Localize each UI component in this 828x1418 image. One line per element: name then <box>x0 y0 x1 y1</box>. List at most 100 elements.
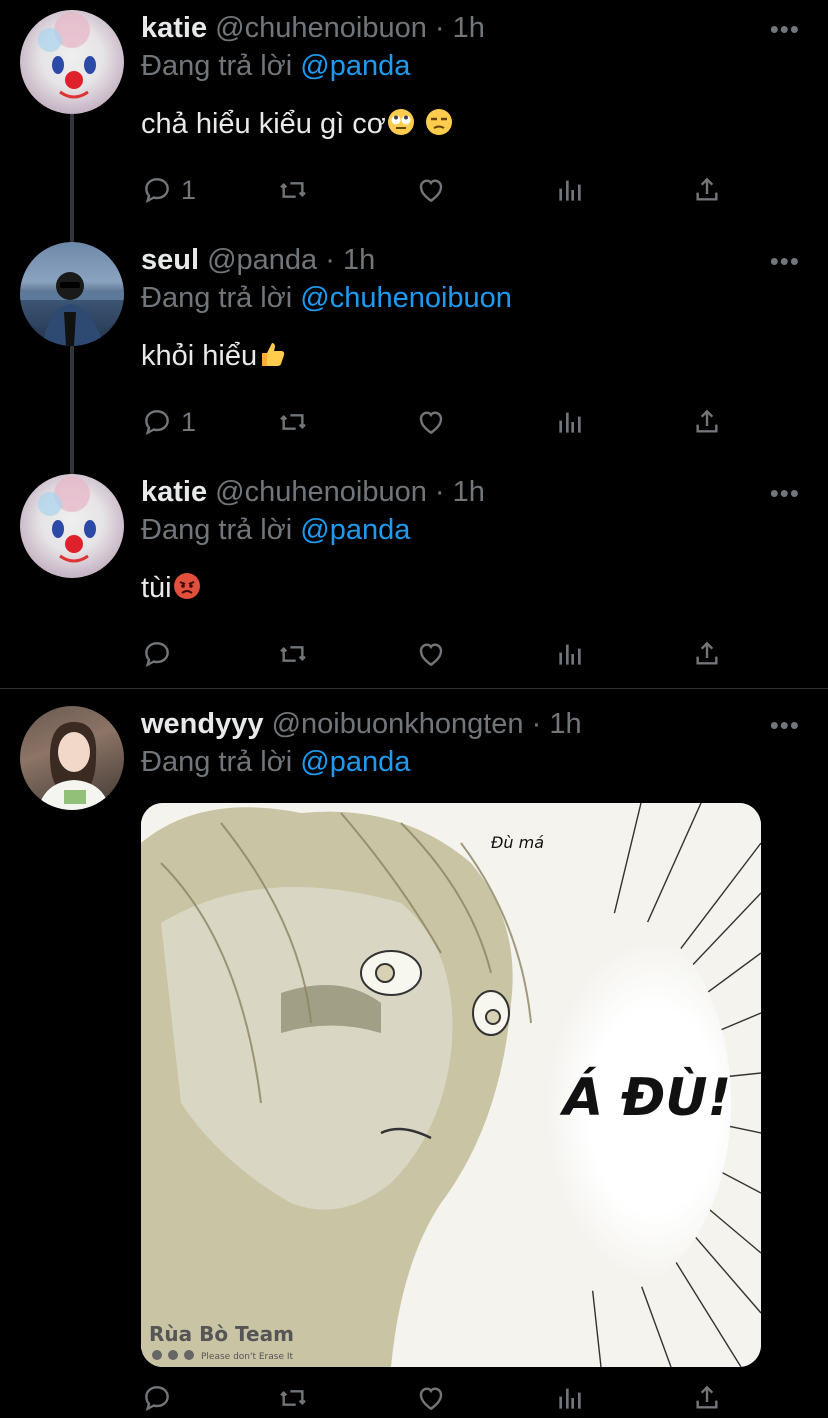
analytics-button[interactable] <box>554 634 586 674</box>
speech-big-text: Á ĐÙ! <box>559 1067 731 1128</box>
replying-to: Đang trả lời @panda <box>141 744 410 780</box>
analytics-button[interactable] <box>554 402 586 442</box>
reply-prefix: Đang trả lời <box>141 50 293 82</box>
retweet-button[interactable] <box>277 170 309 210</box>
analytics-button[interactable] <box>554 1378 586 1418</box>
user-handle[interactable]: @chuhenoibuon <box>215 12 427 44</box>
display-name[interactable]: seul <box>141 244 199 276</box>
retweet-button[interactable] <box>277 402 309 442</box>
tweet-3[interactable]: katie @chuhenoibuon · 1h ••• Đang trả lờ… <box>0 464 828 688</box>
retweet-button[interactable] <box>277 634 309 674</box>
share-icon <box>696 641 718 665</box>
analytics-icon <box>559 412 581 433</box>
timestamp[interactable]: · 1h <box>532 708 582 740</box>
reply-button[interactable]: 1 <box>141 170 196 210</box>
timestamp[interactable]: · 1h <box>435 476 485 508</box>
tweet-actions <box>141 1378 741 1418</box>
user-handle[interactable]: @chuhenoibuon <box>215 476 427 508</box>
avatar-wendyyy[interactable] <box>20 706 124 810</box>
tweet-header: katie @chuhenoibuon · 1h <box>141 10 485 46</box>
like-button[interactable] <box>415 1378 447 1418</box>
reply-button[interactable] <box>141 1378 173 1418</box>
watermark-text: Rùa Bò Team <box>149 1322 294 1346</box>
share-button[interactable] <box>691 634 723 674</box>
tweet-text-content: chả hiểu kiểu gì cơ <box>141 108 386 140</box>
replying-to: Đang trả lời @panda <box>141 48 410 84</box>
like-button[interactable] <box>415 170 447 210</box>
display-name[interactable]: katie <box>141 12 207 44</box>
watermark-sub-text: Please don't Erase It <box>201 1352 293 1362</box>
reply-icon <box>145 178 169 203</box>
heart-icon <box>419 643 443 667</box>
display-name[interactable]: katie <box>141 476 207 508</box>
thread-connector <box>70 114 74 242</box>
mention-link[interactable]: @chuhenoibuon <box>300 282 512 314</box>
retweet-icon <box>280 182 306 198</box>
analytics-button[interactable] <box>554 170 586 210</box>
share-button[interactable] <box>691 170 723 210</box>
mention-link[interactable]: @panda <box>300 746 410 778</box>
like-button[interactable] <box>415 634 447 674</box>
tweet-media-image[interactable]: Đù má Á ĐÙ! Rùa Bò Team Please don't Era… <box>141 803 761 1367</box>
share-icon <box>696 409 718 433</box>
tweet-actions: 1 <box>141 402 741 442</box>
reply-prefix: Đang trả lời <box>141 514 293 546</box>
thread-connector <box>70 346 74 474</box>
reply-count: 1 <box>181 406 197 437</box>
reply-button[interactable] <box>141 634 173 674</box>
replying-to: Đang trả lời @chuhenoibuon <box>141 280 512 316</box>
timestamp[interactable]: · 1h <box>435 12 485 44</box>
tweet-text: khỏi hiểu <box>141 336 287 380</box>
replying-to: Đang trả lời @panda <box>141 512 410 548</box>
tweet-header: wendyyy @noibuonkhongten · 1h <box>141 706 582 742</box>
reply-count: 1 <box>181 174 197 205</box>
thumbs-up-icon <box>257 339 287 380</box>
avatar-seul[interactable] <box>20 242 124 346</box>
avatar-katie[interactable] <box>20 10 124 114</box>
tweet-2[interactable]: seul @panda · 1h ••• Đang trả lời @chuhe… <box>0 232 828 474</box>
mention-link[interactable]: @panda <box>300 50 410 82</box>
avatar-katie[interactable] <box>20 474 124 578</box>
heart-icon <box>419 411 443 435</box>
tweet-text: chả hiểu kiểu gì cơ <box>141 104 454 148</box>
retweet-button[interactable] <box>277 1378 309 1418</box>
reply-icon <box>145 642 169 667</box>
more-options-icon[interactable]: ••• <box>770 14 800 45</box>
unamused-face-icon <box>424 107 454 148</box>
user-handle[interactable]: @panda <box>207 244 317 276</box>
tweet-header: katie @chuhenoibuon · 1h <box>141 474 485 510</box>
reply-prefix: Đang trả lời <box>141 282 293 314</box>
user-handle[interactable]: @noibuonkhongten <box>272 708 524 740</box>
heart-icon <box>419 1387 443 1411</box>
tweet-text: tùi <box>141 568 202 612</box>
pouting-face-icon <box>172 571 202 612</box>
reply-prefix: Đang trả lời <box>141 746 293 778</box>
analytics-icon <box>559 180 581 201</box>
tweet-1[interactable]: katie @chuhenoibuon · 1h ••• Đang trả lờ… <box>0 0 828 242</box>
retweet-icon <box>280 1390 306 1406</box>
share-icon <box>696 177 718 201</box>
reply-icon <box>145 1386 169 1411</box>
analytics-icon <box>559 644 581 665</box>
more-options-icon[interactable]: ••• <box>770 478 800 509</box>
tweet-header: seul @panda · 1h <box>141 242 375 278</box>
share-button[interactable] <box>691 402 723 442</box>
mention-link[interactable]: @panda <box>300 514 410 546</box>
share-icon <box>696 1385 718 1409</box>
more-options-icon[interactable]: ••• <box>770 710 800 741</box>
share-button[interactable] <box>691 1378 723 1418</box>
tweet-text-content: tùi <box>141 572 172 604</box>
like-button[interactable] <box>415 402 447 442</box>
manga-panel-illustration: Đù má Á ĐÙ! Rùa Bò Team Please don't Era… <box>141 803 761 1367</box>
face-with-rolling-eyes-icon <box>386 107 416 148</box>
reply-button[interactable]: 1 <box>141 402 196 442</box>
more-options-icon[interactable]: ••• <box>770 246 800 277</box>
timestamp[interactable]: · 1h <box>325 244 375 276</box>
heart-icon <box>419 179 443 203</box>
retweet-icon <box>280 414 306 430</box>
thread-connector <box>70 464 74 474</box>
display-name[interactable]: wendyyy <box>141 708 264 740</box>
reply-icon <box>145 410 169 435</box>
thread-connector <box>70 232 74 242</box>
tweet-divider <box>0 688 828 689</box>
